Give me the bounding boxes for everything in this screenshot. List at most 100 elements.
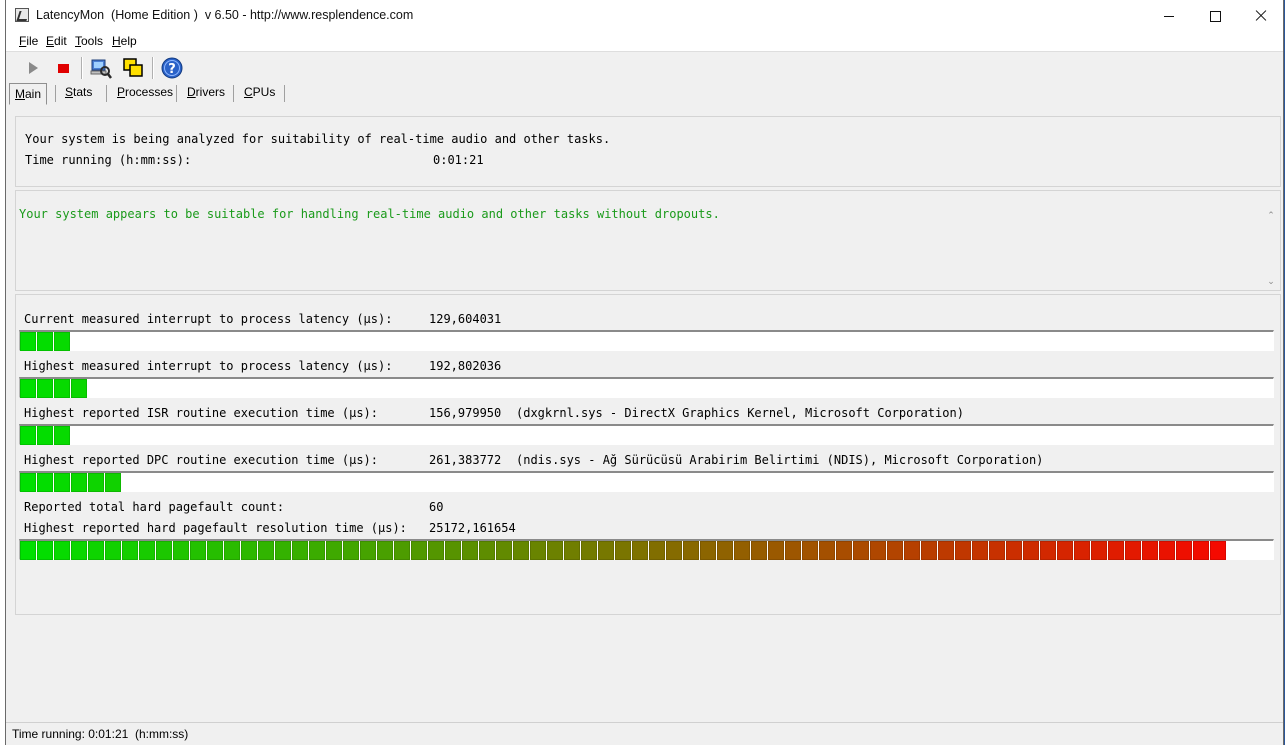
pagefault-bar-fill <box>20 541 1227 560</box>
start-button[interactable] <box>20 56 44 80</box>
bar-segment <box>241 541 257 560</box>
bar-segment <box>71 379 87 398</box>
bar-segment <box>479 541 495 560</box>
latency-bar-fill <box>20 379 88 398</box>
stop-button[interactable] <box>51 56 75 80</box>
bar-segment <box>496 541 512 560</box>
bar-segment <box>1125 541 1141 560</box>
bar-segment <box>785 541 801 560</box>
minimize-button[interactable] <box>1146 0 1192 32</box>
bar-segment <box>258 541 274 560</box>
close-icon <box>1255 10 1267 22</box>
tab-separator <box>284 85 285 102</box>
bar-segment <box>819 541 835 560</box>
bar-segment <box>598 541 614 560</box>
bar-segment <box>71 541 87 560</box>
metric-value: 192,802036 <box>429 359 502 373</box>
tab-processes[interactable]: Processes <box>112 82 178 102</box>
latency-bar <box>19 377 1274 398</box>
analyze-button[interactable] <box>89 56 113 80</box>
bar-segment <box>54 426 70 445</box>
latency-bar <box>19 471 1274 492</box>
bar-segment <box>20 379 36 398</box>
bar-segment <box>615 541 631 560</box>
bar-segment <box>54 541 70 560</box>
bar-segment <box>411 541 427 560</box>
time-running-label: Time running (h:mm:ss): <box>25 153 192 167</box>
scroll-up-icon[interactable]: ⌃ <box>1266 211 1276 221</box>
bar-segment <box>105 541 121 560</box>
maximize-button[interactable] <box>1192 0 1238 32</box>
bar-segment <box>989 541 1005 560</box>
metric-detail: (ndis.sys - Ağ Sürücüsü Arabirim Belirti… <box>516 453 1044 467</box>
bar-segment <box>734 541 750 560</box>
pagefault-count-value: 60 <box>429 500 444 514</box>
bar-segment <box>20 426 36 445</box>
bar-segment <box>462 541 478 560</box>
bar-segment <box>122 541 138 560</box>
bar-segment <box>564 541 580 560</box>
bar-segment <box>54 473 70 492</box>
bar-segment <box>88 473 104 492</box>
title-bar[interactable]: LatencyMon (Home Edition ) v 6.50 - http… <box>6 0 1283 32</box>
bar-segment <box>513 541 529 560</box>
metric-value: 129,604031 <box>429 312 502 326</box>
scroll-down-icon[interactable]: ⌄ <box>1266 277 1276 287</box>
bar-segment <box>88 541 104 560</box>
bar-segment <box>921 541 937 560</box>
tab-stats[interactable]: Stats <box>60 82 97 102</box>
bar-segment <box>972 541 988 560</box>
bar-segment <box>1057 541 1073 560</box>
bar-segment <box>20 541 36 560</box>
bar-segment <box>666 541 682 560</box>
bar-segment <box>394 541 410 560</box>
latency-bar-fill <box>20 473 122 492</box>
tab-main[interactable]: Main <box>9 83 48 105</box>
pagefault-bar <box>19 539 1274 560</box>
bar-segment <box>190 541 206 560</box>
metric-label: Current measured interrupt to process la… <box>24 312 393 326</box>
tab-separator <box>106 85 107 102</box>
bar-segment <box>37 541 53 560</box>
help-button[interactable]: ? <box>160 56 184 80</box>
bar-segment <box>428 541 444 560</box>
bar-segment <box>156 541 172 560</box>
menu-edit[interactable]: Edit <box>46 34 67 48</box>
tab-cpus[interactable]: CPUs <box>239 82 280 102</box>
summary-panel: Your system is being analyzed for suitab… <box>15 116 1281 187</box>
status-text: Time running: 0:01:21 (h:mm:ss) <box>12 727 189 741</box>
bar-segment <box>1091 541 1107 560</box>
menu-file[interactable]: File <box>19 34 38 48</box>
windows-button[interactable] <box>121 56 145 80</box>
bar-segment <box>309 541 325 560</box>
play-icon <box>28 62 38 74</box>
pagefault-time-label: Highest reported hard pagefault resoluti… <box>24 521 407 535</box>
tab-drivers[interactable]: Drivers <box>182 82 230 102</box>
bar-segment <box>1176 541 1192 560</box>
bar-segment <box>105 473 121 492</box>
bar-segment <box>632 541 648 560</box>
bar-segment <box>649 541 665 560</box>
analysis-status-text: Your system is being analyzed for suitab… <box>25 132 611 146</box>
toolbar-separator <box>152 57 154 79</box>
status-bar: Time running: 0:01:21 (h:mm:ss) <box>6 722 1283 745</box>
bar-segment <box>1074 541 1090 560</box>
toolbar: ? <box>6 53 1283 81</box>
menu-help[interactable]: Help <box>112 34 137 48</box>
bar-segment <box>54 332 70 351</box>
tab-strip: Main Stats Processes Drivers CPUs <box>6 82 1283 105</box>
minimize-icon <box>1164 15 1174 17</box>
metrics-panel: Current measured interrupt to process la… <box>15 294 1281 615</box>
bar-segment <box>1023 541 1039 560</box>
bar-segment <box>751 541 767 560</box>
menu-tools[interactable]: Tools <box>75 34 103 48</box>
close-button[interactable] <box>1238 0 1283 32</box>
metric-value: 261,383772 <box>429 453 502 467</box>
window-title: LatencyMon (Home Edition ) v 6.50 - http… <box>36 8 414 22</box>
bar-segment <box>955 541 971 560</box>
tab-separator <box>233 85 234 102</box>
metric-label: Highest measured interrupt to process la… <box>24 359 393 373</box>
bar-segment <box>581 541 597 560</box>
analyze-icon <box>90 59 112 79</box>
bar-segment <box>547 541 563 560</box>
